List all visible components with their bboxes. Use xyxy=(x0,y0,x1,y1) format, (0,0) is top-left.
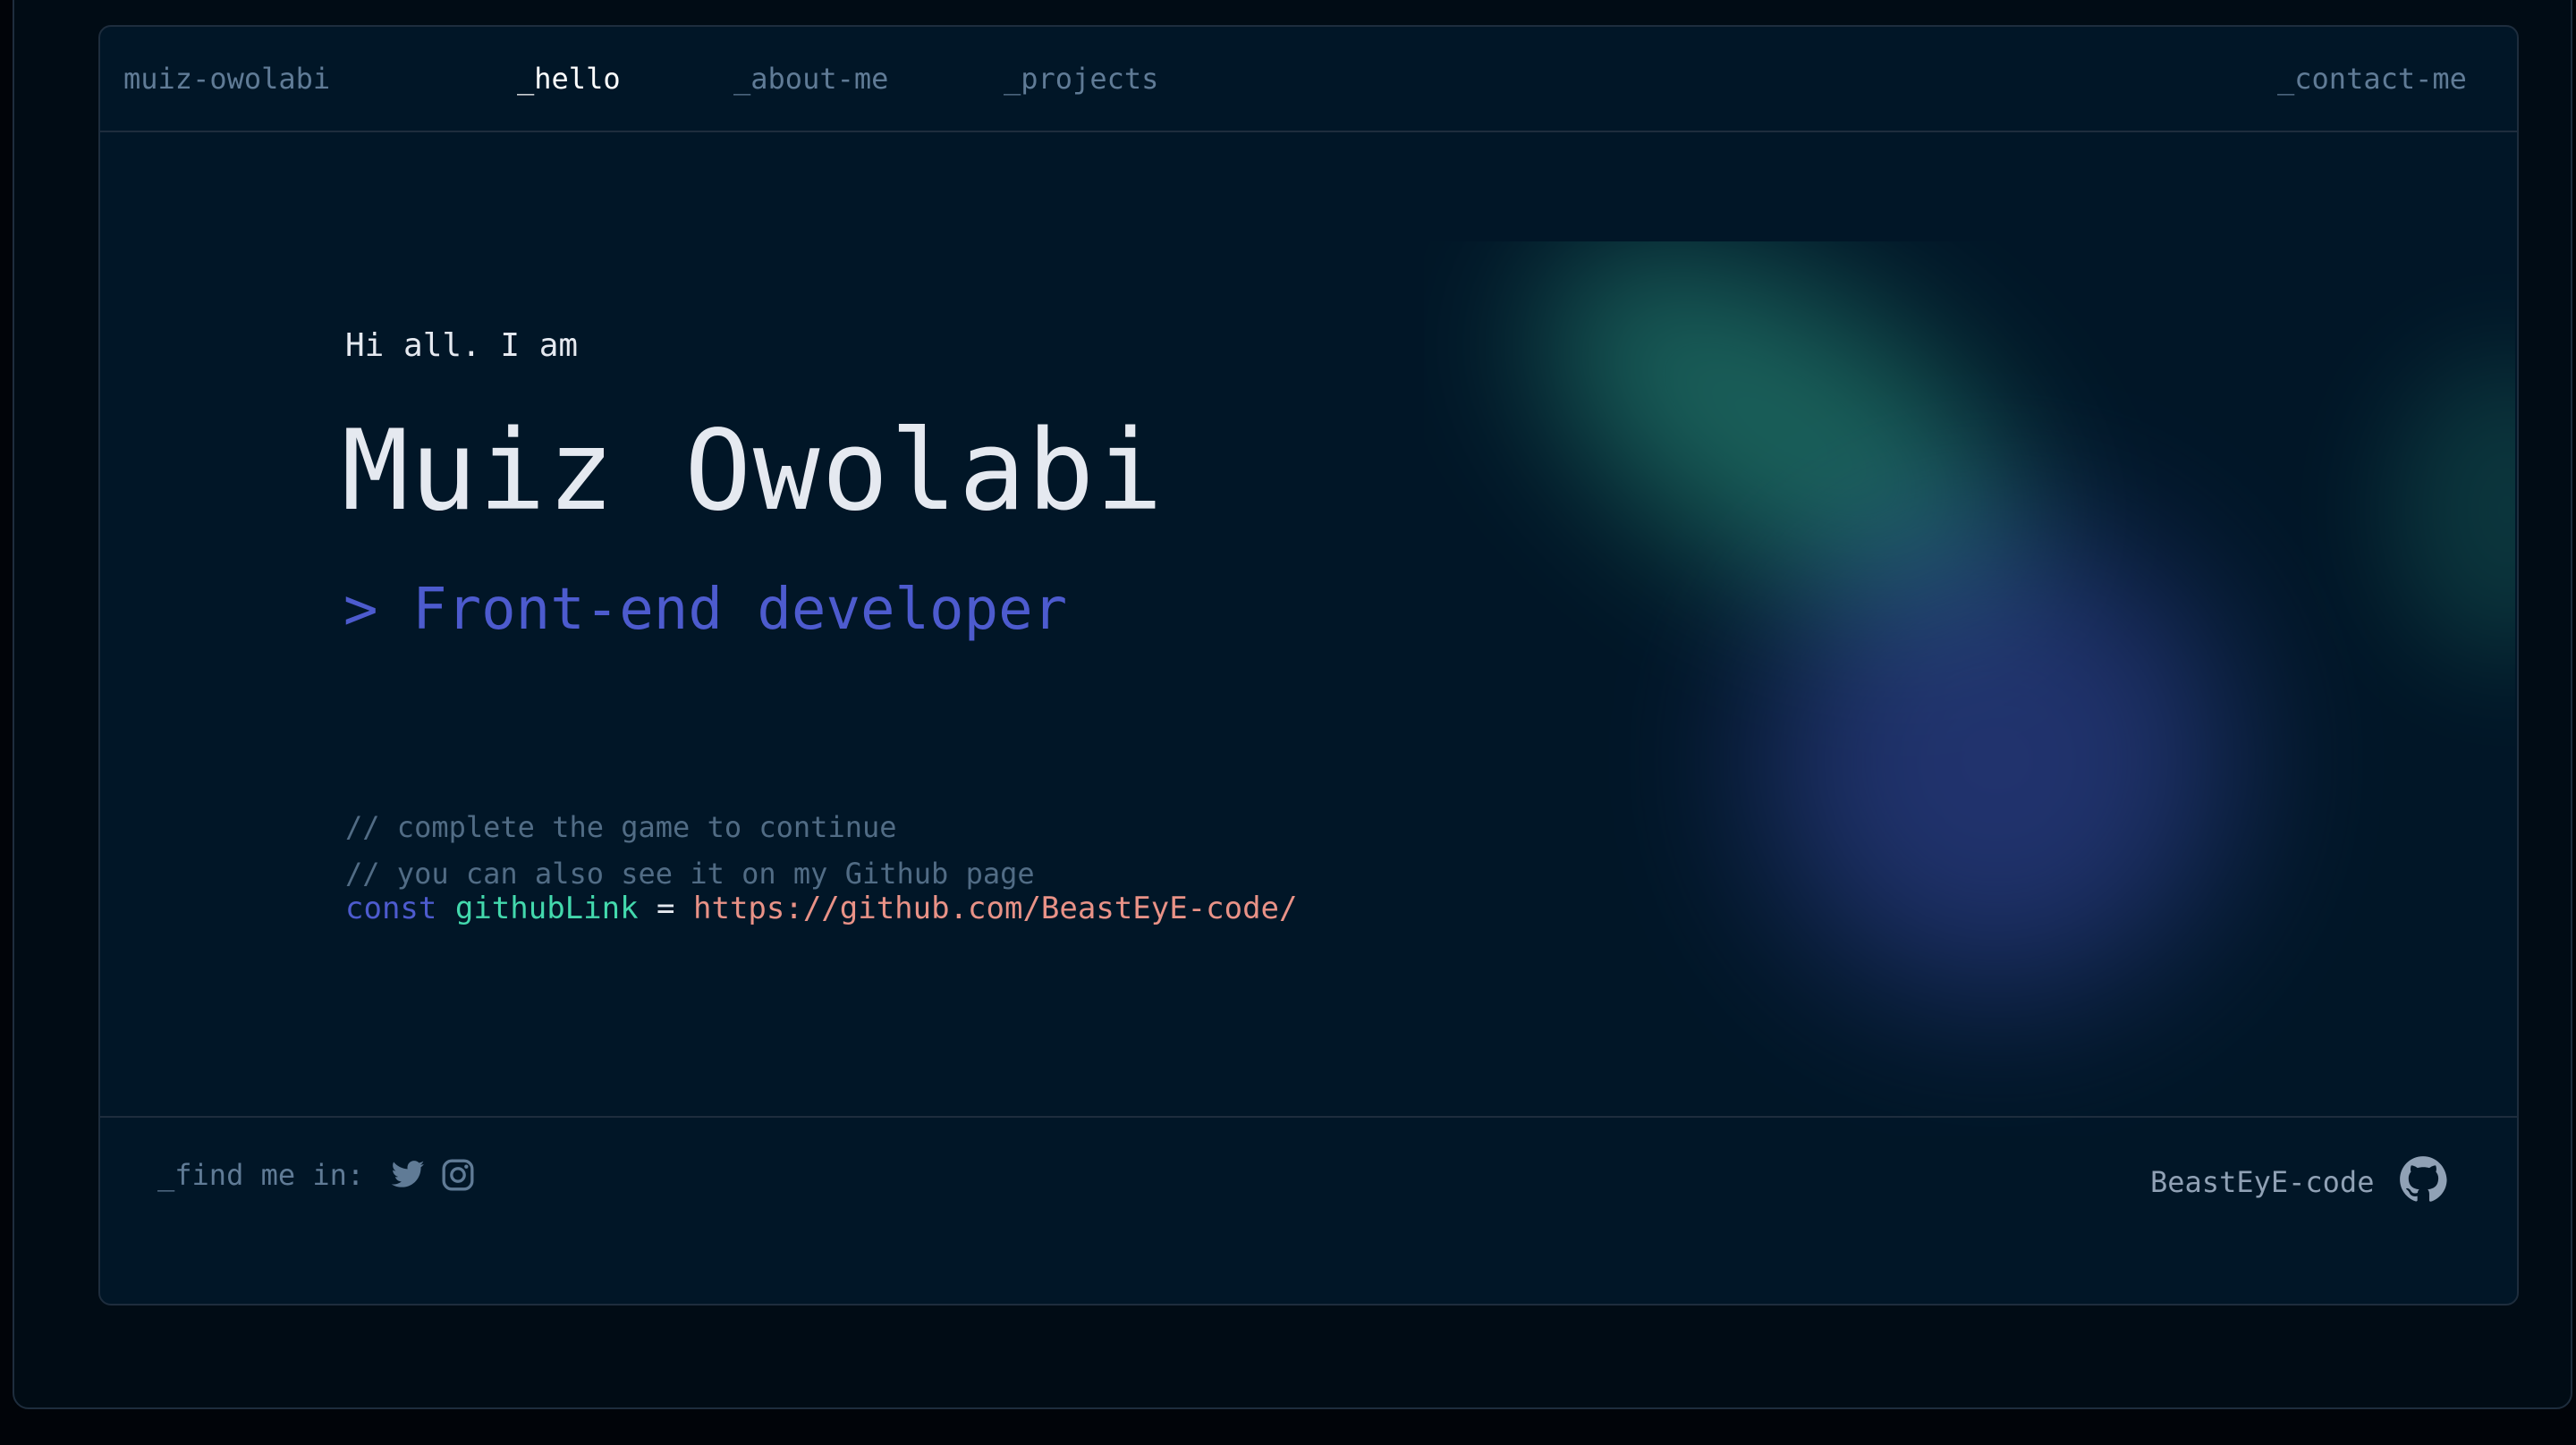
code-comment-2: // you can also see it on my Github page xyxy=(345,857,1035,891)
hero-name: Muiz Owolabi xyxy=(342,407,1165,536)
github-username[interactable]: BeastEyE-code xyxy=(2150,1164,2374,1200)
find-me-label: _find me in: xyxy=(157,1158,365,1192)
github-link-code: const githubLink = https://github.com/Be… xyxy=(345,889,1298,928)
instagram-icon[interactable] xyxy=(440,1157,476,1193)
github-url-link[interactable]: https://github.com/BeastEyE-code/ xyxy=(693,891,1298,926)
background-gradient-blobs xyxy=(1424,241,2515,1136)
hero-role: > Front-end developer xyxy=(343,577,1068,643)
footer: _find me in: BeastEyE-code xyxy=(100,1116,2517,1304)
green-edge-blur-blob xyxy=(2390,358,2515,662)
twitter-icon[interactable] xyxy=(390,1157,426,1193)
code-operator: = xyxy=(657,891,675,926)
app-window: muiz-owolabi _hello _about-me _projects … xyxy=(13,0,2572,1409)
nav-tab-contact-me[interactable]: _contact-me xyxy=(2277,61,2467,97)
hero-greeting: Hi all. I am xyxy=(345,327,579,364)
nav-tab-hello[interactable]: _hello xyxy=(517,61,621,97)
nav-tab-projects[interactable]: _projects xyxy=(1004,61,1158,97)
github-icon[interactable] xyxy=(2399,1155,2447,1204)
blue-blur-blob xyxy=(1764,528,2229,993)
portfolio-frame: muiz-owolabi _hello _about-me _projects … xyxy=(98,25,2519,1306)
nav-tab-about-me[interactable]: _about-me xyxy=(733,61,888,97)
code-comment-1: // complete the game to continue xyxy=(345,810,897,844)
code-keyword: const xyxy=(345,891,437,926)
site-brand[interactable]: muiz-owolabi xyxy=(123,61,330,97)
top-nav: muiz-owolabi _hello _about-me _projects … xyxy=(100,27,2517,132)
code-variable: githubLink xyxy=(454,891,639,926)
